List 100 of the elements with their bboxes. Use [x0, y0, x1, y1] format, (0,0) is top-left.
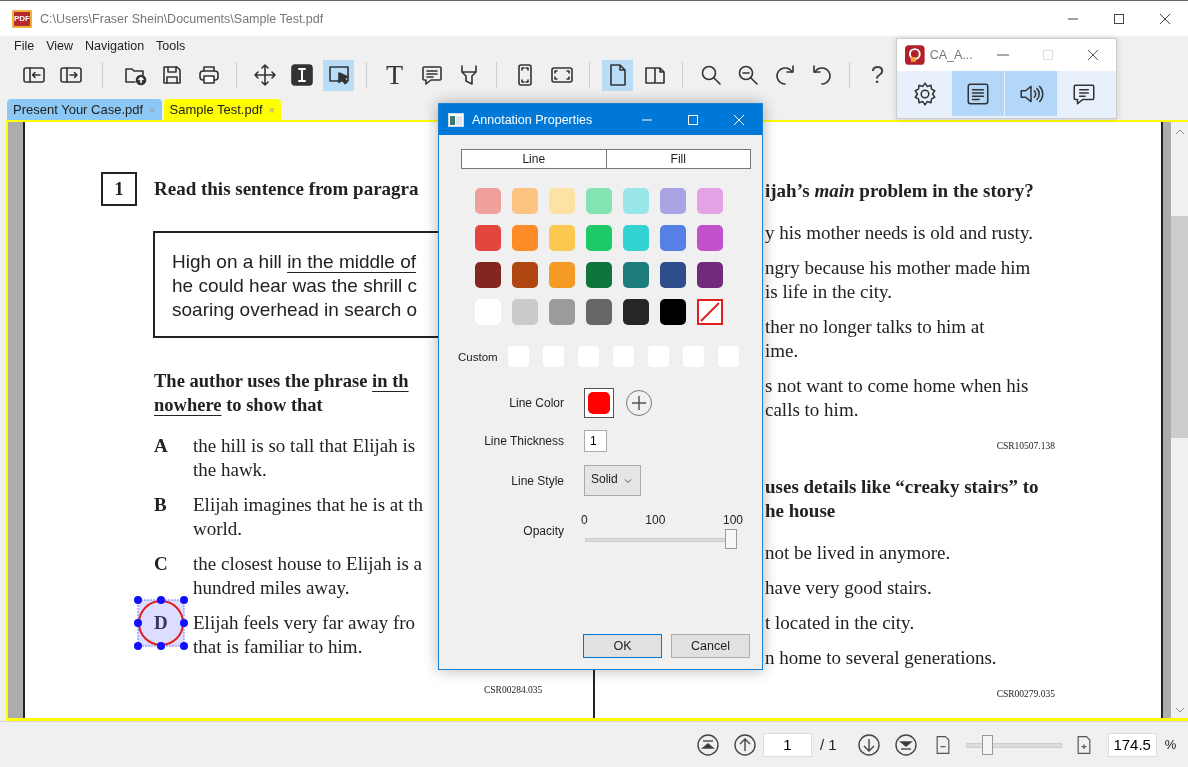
maximize-icon: [687, 113, 699, 126]
next-page-button[interactable]: [856, 732, 881, 757]
slider-tick-label: 0: [581, 513, 588, 527]
color-swatch[interactable]: [549, 262, 575, 288]
question-text: uses details like “creaky stairs” to: [765, 475, 1039, 499]
no-color-swatch[interactable]: [697, 299, 723, 325]
page-total: / 1: [820, 736, 837, 753]
color-swatch[interactable]: [549, 188, 575, 214]
color-swatch[interactable]: [660, 225, 686, 251]
scrollbar-thumb[interactable]: [1171, 216, 1188, 438]
page-number-field[interactable]: 1: [763, 732, 812, 757]
slider-tick-label: 100: [645, 513, 666, 527]
scroll-up-icon[interactable]: [1174, 128, 1185, 136]
move-arrows-icon: [252, 63, 277, 87]
color-swatch[interactable]: [623, 262, 649, 288]
help-button[interactable]: ?: [862, 59, 893, 91]
menu-item[interactable]: Tools: [150, 39, 192, 53]
option-text: t located in the city.: [765, 611, 915, 635]
color-swatch[interactable]: [512, 299, 538, 325]
option-text: is life in the city.: [765, 280, 892, 304]
color-swatch[interactable]: [475, 262, 501, 288]
ok-button[interactable]: OK: [583, 634, 662, 658]
color-swatch[interactable]: [475, 225, 501, 251]
zoom-field[interactable]: 174.5: [1107, 732, 1157, 757]
document-tab[interactable]: Sample Test.pdf ×: [163, 99, 281, 120]
color-swatch[interactable]: [475, 188, 501, 214]
window-icon: [448, 112, 464, 127]
close-icon: [733, 113, 745, 126]
option-text: s not want to come home when his: [765, 374, 1029, 398]
color-swatch[interactable]: [512, 262, 538, 288]
reader-button[interactable]: [952, 71, 1004, 116]
option-text: ime.: [765, 339, 799, 363]
color-swatch[interactable]: [586, 262, 612, 288]
question-stem-line: The author uses the phrase in th: [154, 370, 409, 393]
color-swatch[interactable]: [586, 225, 612, 251]
option-text: y his mother needs is old and rusty.: [765, 221, 1033, 245]
menu-item[interactable]: View: [40, 39, 80, 53]
option-text: the closest house to Elijah is a: [193, 552, 422, 576]
caret-icon: [624, 478, 632, 484]
color-swatch[interactable]: [697, 262, 723, 288]
menu-item[interactable]: Navigation: [79, 39, 151, 53]
circle-annotation[interactable]: [134, 596, 188, 650]
dialog-tab[interactable]: Fill: [606, 149, 751, 169]
add-color-icon[interactable]: [625, 389, 653, 417]
window-title: CA_A...: [929, 48, 974, 62]
dialog-tab[interactable]: Line: [461, 149, 607, 169]
tab-label: Present Your Case.pdf: [13, 102, 144, 117]
last-page-button[interactable]: [893, 732, 918, 757]
item-code: CSR00284.035: [484, 685, 544, 695]
reader-button[interactable]: [1005, 71, 1057, 116]
color-swatch[interactable]: [623, 188, 649, 214]
option-text: Elijah imagines that he is at th: [193, 493, 424, 517]
color-swatch[interactable]: [549, 299, 575, 325]
option-text: ngry because his mother made him: [765, 256, 1031, 280]
opacity-slider[interactable]: [585, 529, 735, 549]
quote-line: High on a hill in the middle of: [172, 250, 416, 274]
option-text: the hawk.: [193, 458, 267, 482]
slider-thumb[interactable]: [725, 529, 737, 549]
color-swatch[interactable]: [512, 188, 538, 214]
toolbar-button[interactable]: [323, 59, 354, 91]
text-tool-button[interactable]: T: [379, 59, 410, 91]
previous-page-button[interactable]: [733, 732, 757, 757]
color-swatch[interactable]: [549, 225, 575, 251]
menu-item[interactable]: File: [8, 39, 41, 53]
option-text: the hill is so tall that Elijah is: [193, 434, 416, 458]
first-page-button[interactable]: [696, 732, 720, 757]
option-letter: A: [154, 434, 168, 458]
question-text: ijah’s main problem in the story?: [765, 179, 1034, 203]
line-style-dropdown[interactable]: Solid: [584, 465, 641, 496]
slider-thumb[interactable]: [982, 734, 994, 755]
color-swatch[interactable]: [660, 262, 686, 288]
toolbar-button[interactable]: [602, 59, 633, 91]
color-swatch[interactable]: [586, 188, 612, 214]
maximize-icon: [1042, 49, 1055, 61]
scroll-down-icon[interactable]: [1174, 706, 1185, 714]
color-swatch[interactable]: [660, 188, 686, 214]
document-tab[interactable]: Present Your Case.pdf ×: [7, 99, 162, 120]
color-swatch[interactable]: [586, 299, 612, 325]
color-swatch[interactable]: [623, 225, 649, 251]
color-swatch[interactable]: [697, 225, 723, 251]
option-text: hundred miles away.: [193, 576, 350, 600]
app-logo-icon: [905, 45, 925, 65]
color-swatch[interactable]: [623, 299, 649, 325]
color-swatch[interactable]: [512, 225, 538, 251]
zoom-slider[interactable]: [965, 732, 1062, 757]
color-swatch[interactable]: [660, 299, 686, 325]
vertical-scrollbar[interactable]: [1171, 122, 1188, 718]
dropdown-value: Solid: [591, 472, 618, 486]
dialog-title: Annotation Properties: [472, 112, 593, 127]
field-label: Opacity: [522, 524, 564, 538]
text-cursor-icon: [289, 63, 314, 87]
arrow-up-icon: [733, 732, 757, 757]
cancel-button[interactable]: Cancel: [671, 634, 750, 658]
close-icon: [1087, 49, 1100, 61]
option-letter: D: [154, 611, 168, 635]
line-thickness-field[interactable]: 1: [584, 430, 607, 452]
arrow-down-icon: [856, 732, 881, 757]
print-icon: [196, 63, 221, 87]
quote-line: soaring overhead in search o: [172, 298, 418, 322]
color-swatch[interactable]: [697, 188, 723, 214]
